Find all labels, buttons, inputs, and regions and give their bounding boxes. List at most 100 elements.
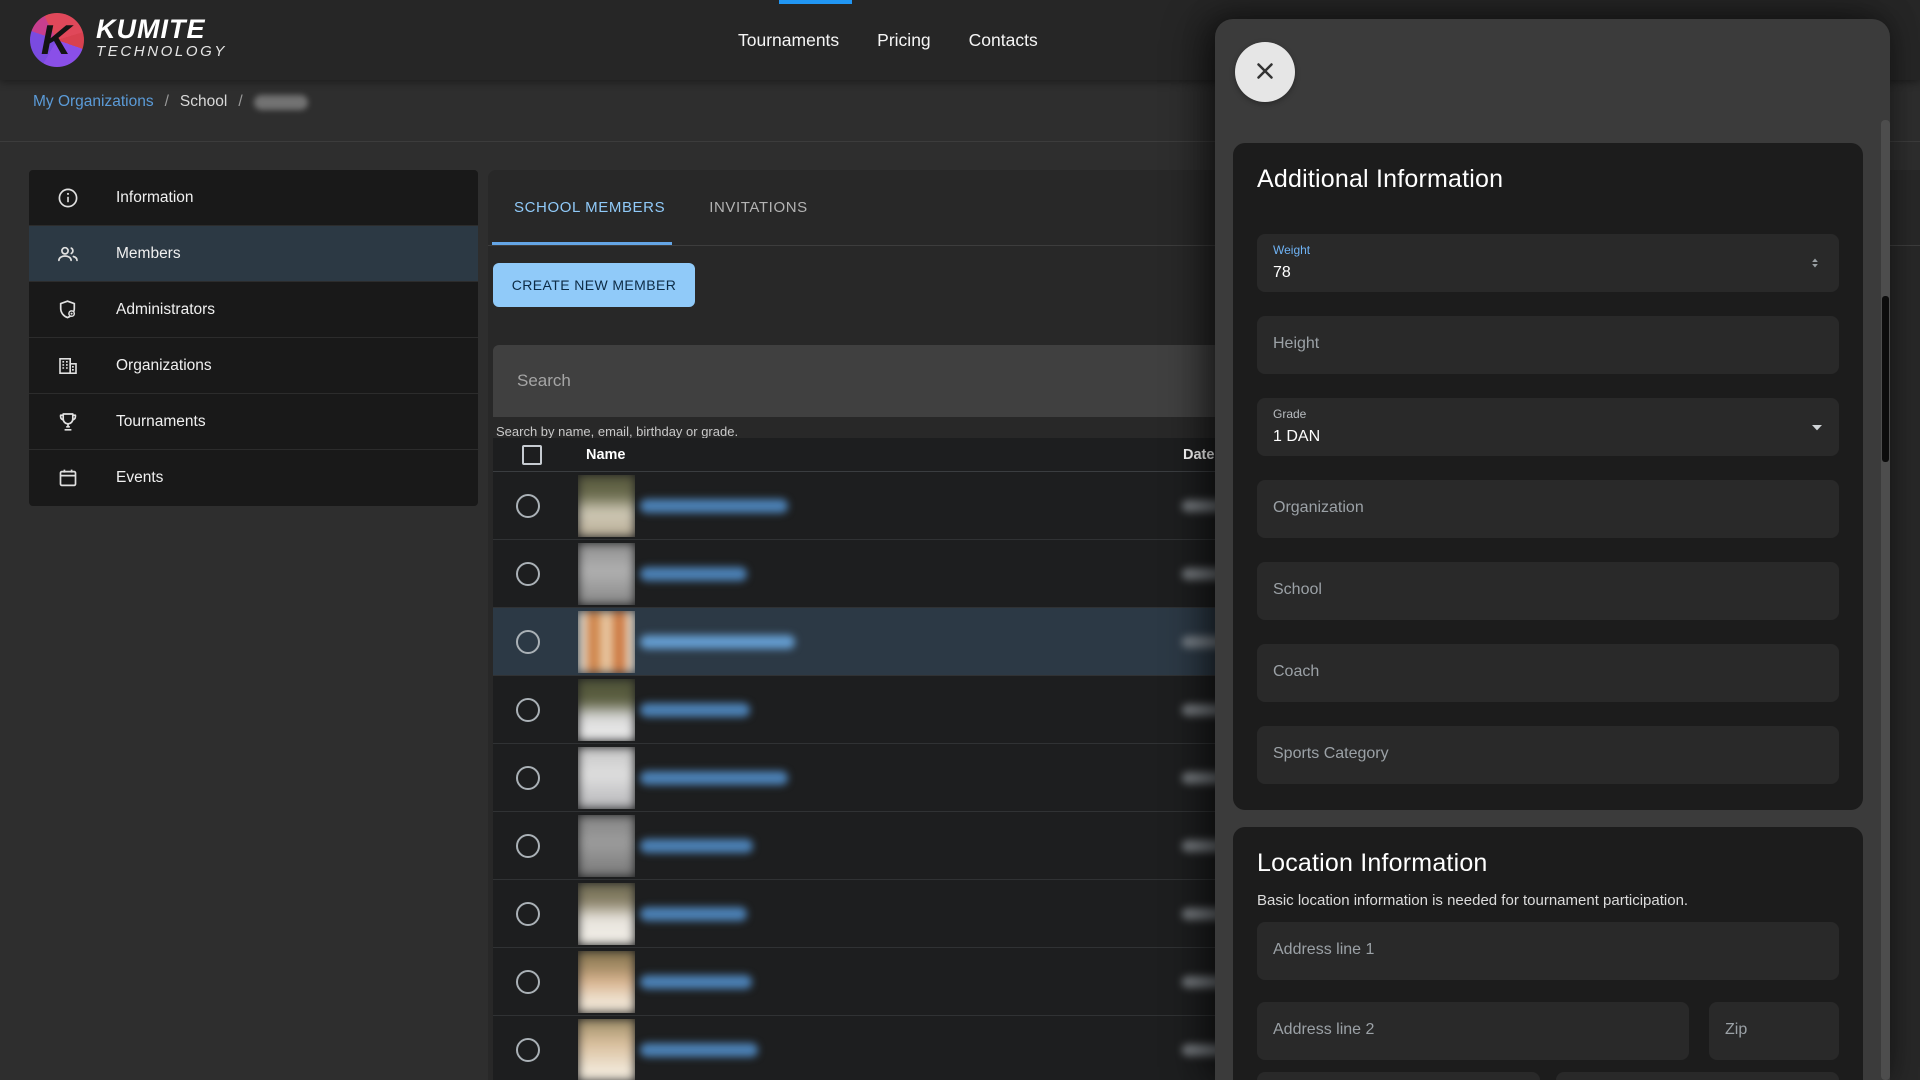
field-zip[interactable]: Zip (1709, 1002, 1839, 1060)
field-height[interactable]: Height (1257, 316, 1839, 374)
field-partially-visible[interactable] (1257, 1072, 1540, 1080)
member-avatar (578, 543, 635, 605)
section-title: Additional Information (1257, 165, 1839, 194)
section-title: Location Information (1257, 849, 1839, 878)
sidebar-item-organizations[interactable]: Organizations (29, 338, 478, 394)
sidebar-item-administrators[interactable]: Administrators (29, 282, 478, 338)
member-avatar (578, 747, 635, 809)
members-tabs: SCHOOL MEMBERSINVITATIONS (492, 170, 830, 245)
brand-subtitle: TECHNOLOGY (96, 42, 227, 61)
nav-link-tournaments[interactable]: Tournaments (738, 30, 839, 51)
field-placeholder: Address line 1 (1273, 941, 1374, 959)
brand-logo-icon: K (30, 13, 84, 67)
field-address-line-2[interactable]: Address line 2 (1257, 1002, 1689, 1060)
field-coach[interactable]: Coach (1257, 644, 1839, 702)
location-information-section: Location Information Basic location info… (1233, 827, 1863, 1080)
info-icon (56, 186, 80, 210)
field-label: Weight (1273, 243, 1310, 257)
partial-fields-row (1257, 1072, 1839, 1080)
breadcrumb-separator: / (165, 93, 169, 111)
active-nav-indicator (779, 0, 852, 4)
row-radio-button[interactable] (516, 630, 540, 654)
member-avatar (578, 611, 635, 673)
member-name-redacted[interactable] (640, 771, 788, 785)
sidebar-item-tournaments[interactable]: Tournaments (29, 394, 478, 450)
member-avatar (578, 883, 635, 945)
building-icon (56, 354, 80, 378)
field-value: 78 (1273, 264, 1291, 282)
sidebar-item-label: Members (116, 245, 181, 263)
sidebar: Information Members Administrators Organiza… (29, 170, 478, 506)
row-radio-button[interactable] (516, 970, 540, 994)
additional-fields: Weight 78 Height Grade 1 DAN Organization Scho… (1257, 234, 1839, 784)
row-radio-button[interactable] (516, 1038, 540, 1062)
select-caret-icon[interactable] (1805, 415, 1829, 439)
brand-name: KUMITE (96, 16, 227, 42)
nav-link-contacts[interactable]: Contacts (969, 30, 1038, 51)
sidebar-item-information[interactable]: Information (29, 170, 478, 226)
member-name-redacted[interactable] (640, 907, 747, 921)
member-avatar (578, 951, 635, 1013)
field-school[interactable]: School (1257, 562, 1839, 620)
field-weight[interactable]: Weight 78 (1257, 234, 1839, 292)
member-avatar (578, 475, 635, 537)
row-radio-button[interactable] (516, 834, 540, 858)
field-placeholder: Height (1273, 335, 1319, 353)
member-name-redacted[interactable] (640, 839, 753, 853)
field-placeholder: Sports Category (1273, 745, 1389, 763)
breadcrumb: My Organizations / School / (33, 88, 308, 116)
nav-link-pricing[interactable]: Pricing (877, 30, 931, 51)
member-name-redacted[interactable] (640, 975, 752, 989)
sidebar-item-events[interactable]: Events (29, 450, 478, 506)
calendar-icon (56, 466, 80, 490)
member-name-redacted[interactable] (640, 1043, 758, 1057)
search-helper-text: Search by name, email, birthday or grade… (496, 424, 738, 439)
row-radio-button[interactable] (516, 494, 540, 518)
field-organization[interactable]: Organization (1257, 480, 1839, 538)
breadcrumb-separator: / (238, 93, 242, 111)
nav-links: Tournaments Pricing Contacts (738, 0, 1038, 80)
sidebar-item-label: Tournaments (116, 413, 206, 431)
row-radio-button[interactable] (516, 562, 540, 586)
breadcrumb-my-organizations[interactable]: My Organizations (33, 93, 154, 111)
trophy-icon (56, 410, 80, 434)
field-grade[interactable]: Grade 1 DAN (1257, 398, 1839, 456)
member-avatar (578, 815, 635, 877)
tab-invitations[interactable]: INVITATIONS (687, 170, 830, 245)
member-name-redacted[interactable] (640, 635, 795, 649)
member-name-redacted[interactable] (640, 499, 788, 513)
field-label: Grade (1273, 407, 1306, 421)
row-radio-button[interactable] (516, 766, 540, 790)
drawer-scrollbar-thumb[interactable] (1882, 296, 1889, 462)
field-address-line-1[interactable]: Address line 1 (1257, 922, 1839, 980)
number-spinner-icon[interactable] (1805, 251, 1829, 275)
create-new-member-button[interactable]: CREATE NEW MEMBER (493, 263, 695, 307)
additional-information-section: Additional Information Weight 78 Height Gra… (1233, 143, 1863, 810)
column-header-name: Name (586, 447, 626, 463)
breadcrumb-school[interactable]: School (180, 93, 227, 111)
select-all-checkbox[interactable] (522, 445, 542, 465)
field-value: 1 DAN (1273, 428, 1320, 446)
field-partially-visible[interactable] (1556, 1072, 1839, 1080)
close-icon (1252, 58, 1278, 87)
field-placeholder: Address line 2 (1273, 1021, 1374, 1039)
sidebar-item-members[interactable]: Members (29, 226, 478, 282)
member-avatar (578, 1019, 635, 1080)
search-label: Search (517, 371, 571, 391)
location-fields: Address line 1 Address line 2 Zip (1257, 922, 1839, 1080)
people-icon (56, 242, 80, 266)
field-placeholder: School (1273, 581, 1322, 599)
address-zip-row: Address line 2 Zip (1257, 1002, 1839, 1060)
tab-school-members[interactable]: SCHOOL MEMBERS (492, 170, 687, 245)
row-radio-button[interactable] (516, 902, 540, 926)
member-name-redacted[interactable] (640, 703, 750, 717)
field-sports-category[interactable]: Sports Category (1257, 726, 1839, 784)
member-name-redacted[interactable] (640, 567, 747, 581)
field-placeholder: Zip (1725, 1021, 1747, 1039)
member-avatar (578, 679, 635, 741)
sidebar-item-label: Organizations (116, 357, 212, 375)
field-placeholder: Organization (1273, 499, 1364, 517)
drawer-scrollbar-track[interactable] (1881, 120, 1890, 1080)
row-radio-button[interactable] (516, 698, 540, 722)
drawer-close-button[interactable] (1235, 42, 1295, 102)
